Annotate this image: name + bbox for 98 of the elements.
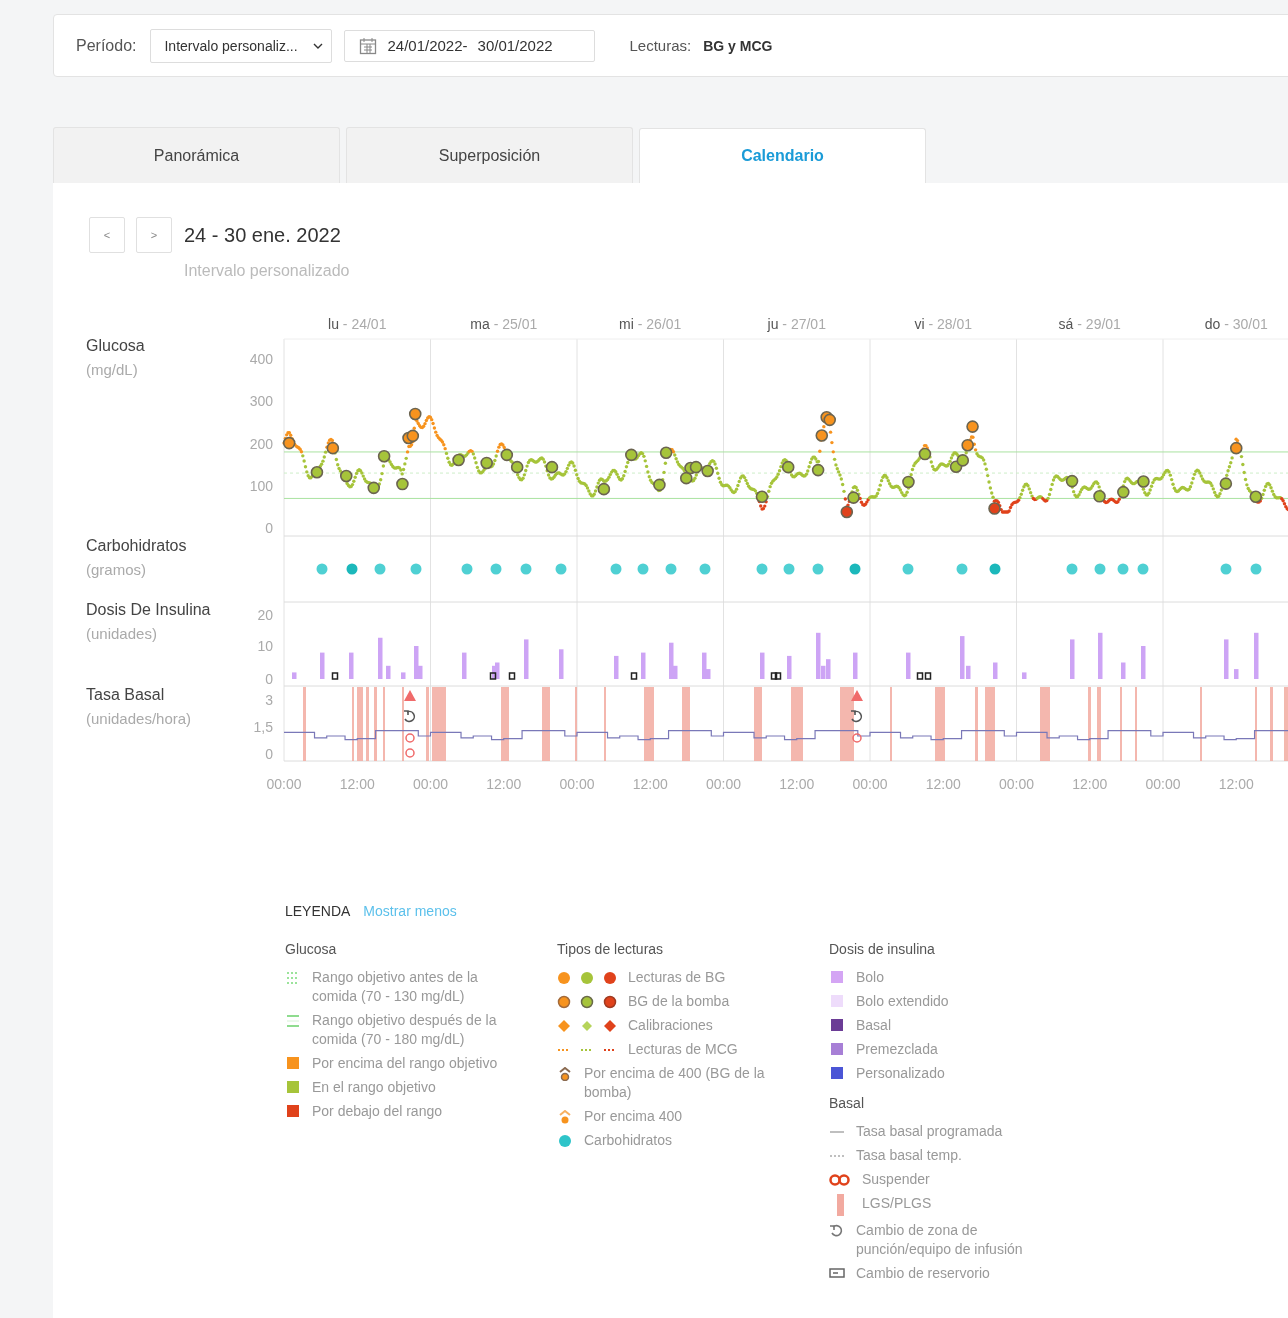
legend-label: Rango objetivo después de la comida (70 - 180 mg/dL) [312,1011,498,1049]
range-subtitle: Intervalo personalizado [184,262,350,279]
legend-label: Tasa basal temp. [856,1146,963,1165]
legend-label: Bolo extendido [856,992,950,1011]
axis-tick-label: 200 [249,435,273,452]
day-label: lu - 24/01 [328,316,387,332]
axis-tick-label: 00:00 [266,776,302,792]
week-title: 24 - 30 ene. 2022 [184,223,341,247]
outlined-dots-icon [557,995,617,1009]
next-button[interactable]: > [136,217,172,253]
chevron-down-icon [313,41,324,50]
axis-tick-label: 00:00 [852,776,888,792]
panel-unit: (unidades) [86,625,157,642]
day-label: vi - 28/01 [914,316,973,332]
legend-label: Premezclada [856,1040,939,1059]
refresh-icon [850,710,863,723]
axis-tick-label: 0 [265,746,273,762]
legend-label: Por encima de 400 (BG de la bomba) [584,1064,766,1102]
diamonds-icon [557,1019,617,1033]
axis-tick-label: 00:00 [1145,776,1181,792]
axis-tick-label: 100 [249,477,273,494]
legend-label: Personalizado [856,1064,946,1083]
color-dots-icon [557,971,617,985]
range-lines-icon [285,1014,301,1028]
axis-tick-label: 00:00 [413,776,448,792]
axis-tick-label: 12:00 [925,776,961,792]
bar-icon [836,1194,844,1216]
panel-title: Tasa Basal [86,686,165,703]
view-tab[interactable]: Superposición [346,127,633,183]
legend-label: Lecturas de BG [628,968,727,987]
axis-tick-label: 12:00 [779,776,815,792]
refresh-icon [829,1224,845,1238]
legend-heading: Basal [829,1094,866,1113]
legend-label: Suspender [862,1170,931,1189]
legend-label: Cambio de reservorio [856,1264,991,1283]
start-date: 24/01/2022- [387,37,468,54]
legend-label: Carbohidratos [584,1131,673,1150]
legend-label: LGS/PLGS [862,1194,933,1213]
panel-title: Dosis De Insulina [86,601,211,618]
panel-unit: (gramos) [86,561,146,578]
legend-label: Por encima 400 [584,1107,684,1126]
previous-button[interactable]: < [89,217,125,253]
double-ring-icon [829,1173,851,1187]
axis-tick-label: 3 [265,692,273,708]
day-label: mi - 26/01 [619,316,682,332]
legend-label: Por debajo del rango [312,1102,443,1121]
legend-label: Por encima del rango objetivo [312,1054,499,1073]
panel-unit: (unidades/hora) [86,710,192,727]
legend-label: Basal [856,1016,893,1035]
axis-tick-label: 0 [265,520,273,536]
axis-tick-label: 300 [249,393,273,410]
legend-label: Rango objetivo antes de la comida (70 - 130 mg/dL) [312,968,479,1006]
warning-icon [851,690,863,701]
readings-label: Lecturas: [629,37,692,54]
reservoir-icon [829,1267,845,1281]
panel-unit: (mg/dL) [86,361,138,378]
axis-tick-label: 20 [257,607,273,623]
axis-tick-label: 12:00 [1072,776,1108,792]
legend-label: Calibraciones [628,1016,714,1035]
caret-dot-icon [557,1110,573,1124]
legend-heading: Tipos de lecturas [557,940,665,959]
legend-label: Bolo [856,968,886,987]
axis-tick-label: 12:00 [1218,776,1254,792]
axis-tick-label: 12:00 [339,776,375,792]
panel-title: Glucosa [86,337,145,354]
panel-title: Carbohidratos [86,537,187,554]
axis-tick-label: 00:00 [999,776,1034,792]
ring-icon [852,733,862,743]
period-dropdown[interactable]: Intervalo personaliz... [150,28,333,63]
legend-title: LEYENDA [285,903,351,919]
refresh-icon [403,710,416,723]
legend-heading: Dosis de insulina [829,940,936,959]
calendar-icon [359,36,378,55]
legend-heading: Glucosa [285,940,338,959]
legend-label: Cambio de zona de punción/equipo de infusión [856,1221,1024,1259]
legend-label: Lecturas de MCG [628,1040,739,1059]
legend-label: Tasa basal programada [856,1122,1004,1141]
date-range-field[interactable]: 24/01/2022- 30/01/2022 [344,29,596,62]
axis-tick-label: 400 [249,351,273,367]
day-label: ju - 27/01 [767,316,826,332]
axis-tick-label: 00:00 [559,776,595,792]
axis-tick-label: 12:00 [632,776,668,792]
axis-tick-label: 10 [257,638,273,654]
legend-label: En el rango objetivo [312,1078,437,1097]
warning-icon [404,690,416,701]
axis-tick-label: 12:00 [486,776,522,792]
day-label: do - 30/01 [1204,316,1268,332]
day-label: ma - 25/01 [470,316,538,332]
end-date: 30/01/2022 [477,37,553,54]
readings-value: BG y MCG [703,37,773,54]
axis-tick-label: 1,5 [253,719,273,735]
day-label: sá - 29/01 [1058,316,1121,332]
legend-label: BG de la bomba [628,992,731,1011]
axis-tick-label: 0 [265,671,273,687]
view-tab[interactable]: Panorámica [53,127,340,183]
caret-dot-icon [557,1067,573,1081]
axis-tick-label: 00:00 [706,776,741,792]
period-label: Período: [76,36,137,55]
